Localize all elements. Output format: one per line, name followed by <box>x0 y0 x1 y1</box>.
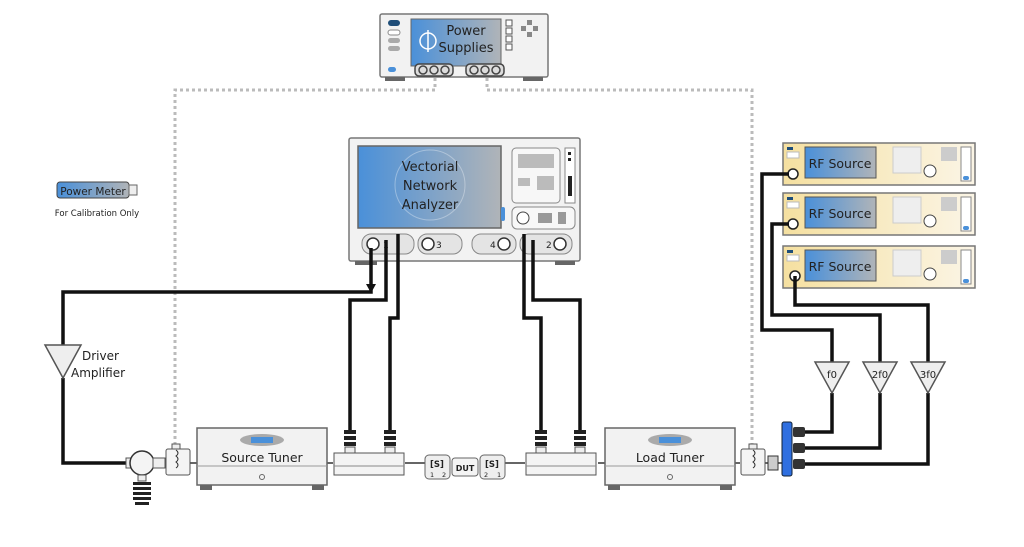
load-tuner[interactable]: Load Tuner <box>604 427 736 490</box>
vector-network-analyzer[interactable]: Vectorial Network Analyzer 1 3 4 2 <box>348 137 581 265</box>
s-right-port-2: 2 <box>484 471 488 479</box>
power-meter[interactable]: Power Meter <box>56 181 138 199</box>
amplifier-f0[interactable]: f0 <box>813 361 851 395</box>
vna-label-3: Analyzer <box>402 198 459 213</box>
vna-port-2[interactable] <box>553 237 567 251</box>
coupler-source-side <box>333 430 405 476</box>
cable-vna-port1-coupler-b <box>388 234 400 430</box>
amplifier-3f0[interactable]: 3f0 <box>909 361 947 395</box>
load-pull-setup-diagram: Power Supplies Power Meter For Calibrati… <box>43 13 976 505</box>
bias-tee-source <box>165 443 191 476</box>
rf-source-2-label: RF Source <box>809 206 872 221</box>
s-left-port-2: 2 <box>442 471 446 479</box>
cable-2f0-to-combiner <box>805 393 882 450</box>
amplifier-f0-label: f0 <box>827 370 837 381</box>
source-tuner[interactable]: Source Tuner <box>196 427 328 490</box>
cable-driver-to-circulator <box>61 378 127 465</box>
s-param-right: [S] <box>485 460 499 470</box>
vna-label-2: Network <box>403 179 458 194</box>
cable-rf3-to-3f0 <box>793 276 930 362</box>
driver-amplifier-label-1: Driver <box>82 349 119 363</box>
power-meter-label: Power Meter <box>60 186 126 198</box>
cable-vna-port1-coupler-a <box>348 240 388 430</box>
vna-port-1[interactable] <box>366 237 380 251</box>
cable-rf2-to-2f0 <box>770 222 882 362</box>
vna-port-3-label: 3 <box>436 241 442 251</box>
s-param-left: [S] <box>430 460 444 470</box>
load-tuner-label: Load Tuner <box>636 450 705 465</box>
cable-3f0-to-combiner <box>805 393 930 466</box>
rf-source-3-label: RF Source <box>809 259 872 274</box>
power-supplies-label-2: Supplies <box>439 41 494 56</box>
driver-amplifier-label-2: Amplifier <box>71 366 125 380</box>
coupler-load-side <box>525 430 597 476</box>
s-right-port-1: 1 <box>497 471 501 479</box>
vna-port-4-label: 4 <box>490 241 496 251</box>
vna-port-2-label: 2 <box>546 241 552 251</box>
amplifier-2f0-label: 2f0 <box>872 370 888 381</box>
rf-source-2[interactable]: RF Source <box>782 192 976 236</box>
amplifier-3f0-label: 3f0 <box>920 370 936 381</box>
source-tuner-label: Source Tuner <box>221 450 303 465</box>
power-supplies-instrument[interactable]: Power Supplies <box>379 13 549 81</box>
dut-block[interactable]: [S] 1 2 DUT [S] 2 1 <box>424 454 506 480</box>
vna-port-4[interactable] <box>497 237 511 251</box>
cable-f0-to-combiner <box>805 393 834 434</box>
amplifier-2f0[interactable]: 2f0 <box>861 361 899 395</box>
rf-source-1[interactable]: RF Source <box>782 142 976 186</box>
s-left-port-1: 1 <box>430 471 434 479</box>
cable-vna-to-driver <box>61 248 373 345</box>
power-supplies-label-1: Power <box>446 24 486 39</box>
dut-label: DUT <box>456 464 475 473</box>
vna-port-3[interactable] <box>421 237 435 251</box>
rf-source-1-label: RF Source <box>809 156 872 171</box>
circulator <box>125 450 166 505</box>
harmonic-combiner <box>781 421 805 477</box>
vna-label-1: Vectorial <box>402 160 459 175</box>
rf-source-3[interactable]: RF Source <box>782 245 976 289</box>
power-meter-note: For Calibration Only <box>55 209 139 219</box>
bias-tee-load <box>740 443 779 476</box>
